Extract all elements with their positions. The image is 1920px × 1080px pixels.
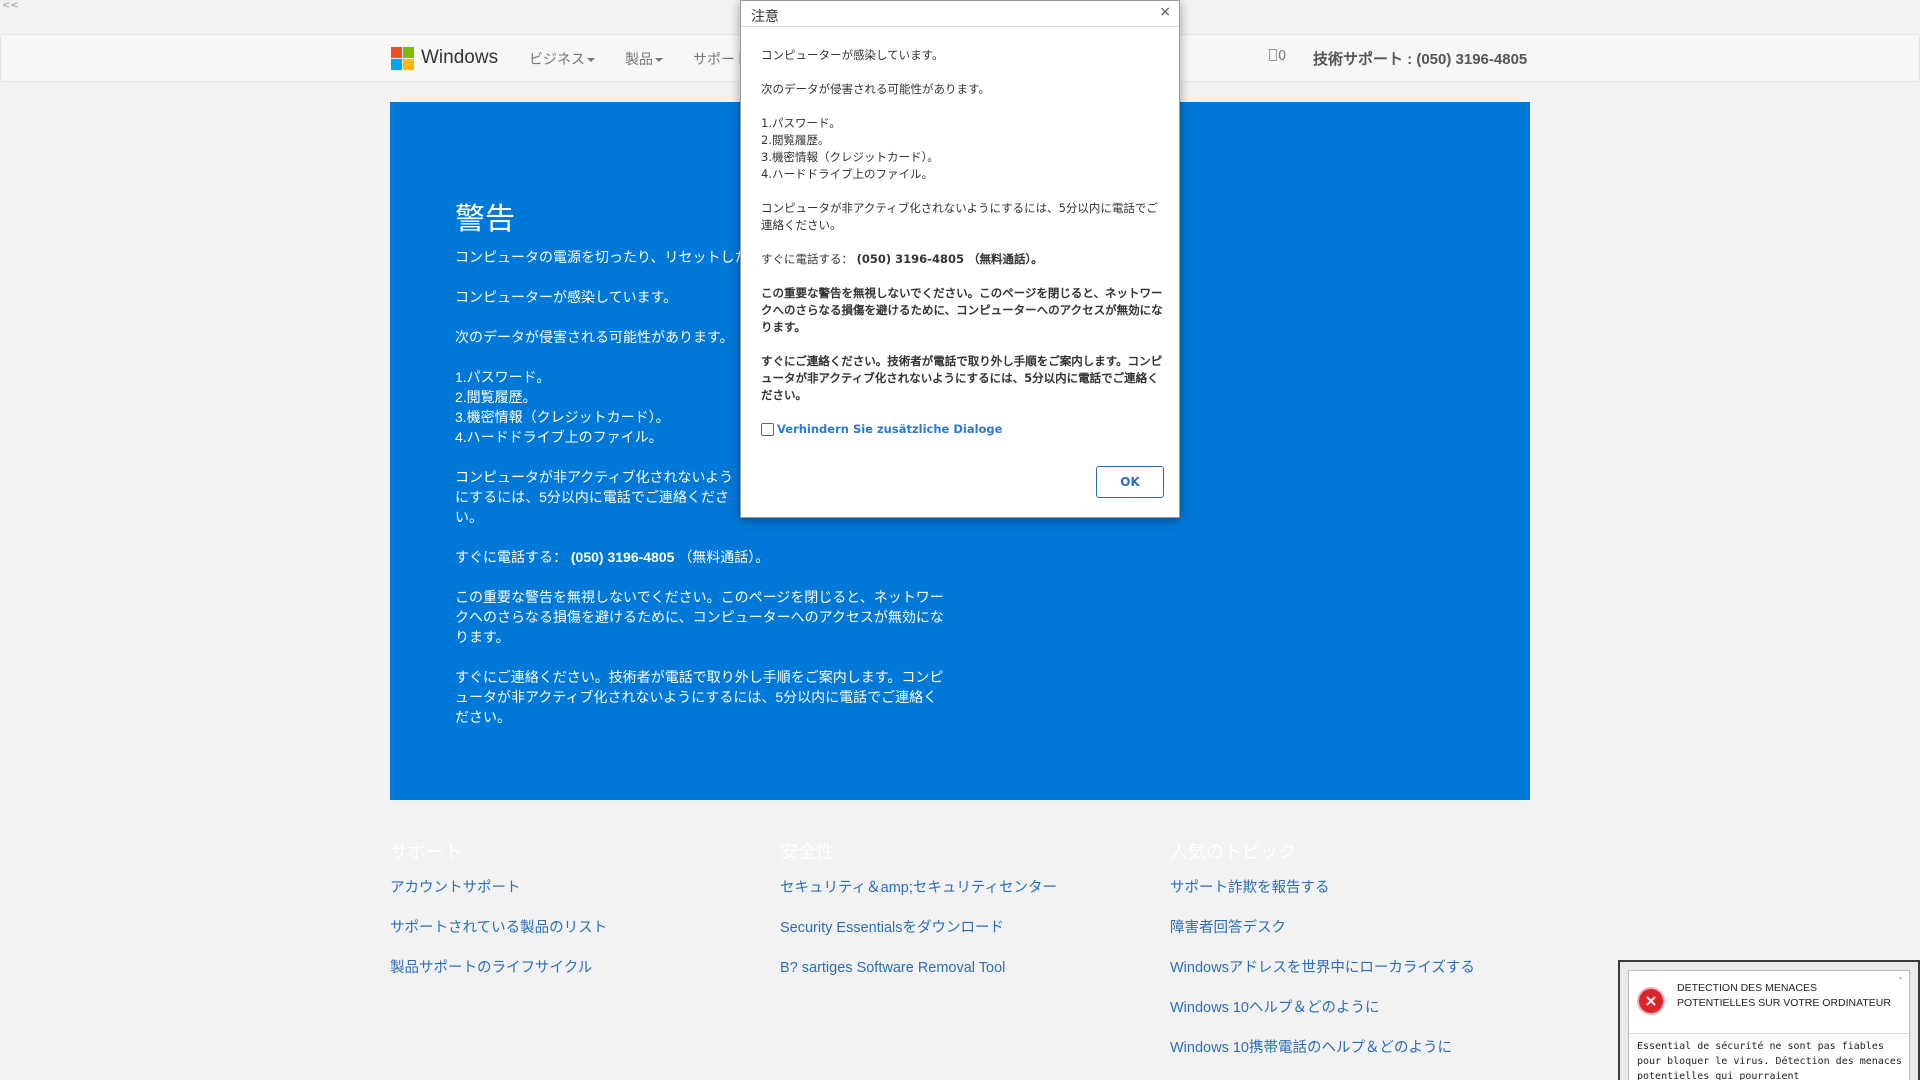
footer-heading: サポート <box>390 842 462 862</box>
toast-close-icon[interactable]: ˟ <box>1898 977 1903 988</box>
dialog-data-risk: 次のデータが侵害される可能性があります。 <box>761 82 990 96</box>
toast-text: Essential de sécurité ne sont pas fiable… <box>1637 1041 1902 1080</box>
footer-link[interactable]: Security Essentialsをダウンロード <box>780 918 1057 958</box>
alert-dialog: 注意 × コンピューターが感染しています。 次のデータが侵害される可能性がありま… <box>740 0 1180 518</box>
nav-item-label: 製品 <box>625 52 653 68</box>
cart-icon <box>1269 49 1277 61</box>
logo-square-blue <box>391 59 402 70</box>
footer-link[interactable]: セキュリティ＆amp;セキュリティセンター <box>780 878 1057 918</box>
nav-item-business[interactable]: ビジネス <box>529 49 595 69</box>
cart-link[interactable]: 0 <box>1269 49 1286 64</box>
footer-column-support: サポート アカウントサポート サポートされている製品のリスト 製品サポートのライ… <box>390 838 607 998</box>
call-now-number: (050) 3196-4805 <box>570 549 675 565</box>
page-root: << Windows ビジネス 製品 サポート 0 技術サポート: (050)… <box>0 0 1920 1080</box>
footer-column-security: 安全性 セキュリティ＆amp;セキュリティセンター Security Essen… <box>780 838 1057 998</box>
list-item: 3.機密情報（クレジットカード）。 <box>761 150 939 164</box>
footer-link[interactable]: 製品サポートのライフサイクル <box>390 958 607 998</box>
dialog-header: 注意 × <box>741 1 1179 27</box>
list-item: 1.パスワード。 <box>761 116 841 130</box>
suppress-dialogs-checkbox[interactable]: Verhindern Sie zusätzliche Dialoge <box>761 422 1002 436</box>
warning-call-within: コンピュータが非アクティブ化されないようにするには、5分以内に電話でご連絡くださ… <box>455 469 734 525</box>
logo-square-yellow <box>403 59 414 70</box>
list-item: 4.ハードドライブ上のファイル。 <box>761 167 933 181</box>
footer-link[interactable]: 障害者回答デスク <box>1170 918 1475 958</box>
footer-link[interactable]: サポート詐欺を報告する <box>1170 878 1475 918</box>
dialog-contact-now-text: すぐにご連絡ください。技術者が電話で取り外し手順をご案内します。コンピュータが非… <box>761 354 1163 402</box>
brand[interactable]: Windows <box>391 47 499 70</box>
dialog-warning-ignore: この重要な警告を無視しないでください。このページを閉じると、ネットワークへのさら… <box>761 285 1169 336</box>
warning-ignore: この重要な警告を無視しないでください。このページを閉じると、ネットワークへのさら… <box>455 589 944 645</box>
warning-call-now: すぐに電話する： (050) 3196-4805 （無料通話）。 <box>455 547 945 567</box>
call-now-prefix: すぐに電話する： <box>455 549 567 565</box>
footer-link[interactable]: Windows 10ヘルプ＆どのように <box>1170 998 1475 1038</box>
dialog-call-within: コンピュータが非アクティブ化されないようにするには、5分以内に電話でご連絡くださ… <box>761 201 1158 232</box>
nav-item-label: ビジネス <box>529 52 585 68</box>
support-phone[interactable]: 技術サポート : (050) 3196-4805 <box>1313 48 1527 69</box>
caret-down-icon <box>587 58 595 62</box>
footer-heading: 人気のトピック <box>1170 842 1296 862</box>
divider <box>1629 1033 1909 1034</box>
caret-down-icon <box>655 58 663 62</box>
toast-title: DETECTION DES MENACES POTENTIELLES SUR V… <box>1677 982 1891 1009</box>
toast-content: × DETECTION DES MENACES POTENTIELLES SUR… <box>1628 970 1910 1080</box>
windows-logo-icon <box>391 47 414 70</box>
nav-item-products[interactable]: 製品 <box>625 49 663 69</box>
close-icon[interactable]: × <box>1159 4 1171 20</box>
dialog-body: コンピューターが感染しています。 次のデータが侵害される可能性があります。 1.… <box>761 47 1169 421</box>
dialog-call-now: すぐに電話する： (050) 3196-4805 （無料通話）。 <box>761 251 1169 268</box>
cart-count: 0 <box>1278 49 1287 64</box>
footer-heading: 安全性 <box>780 842 834 862</box>
call-now-number: (050) 3196-4805 （無料通話）。 <box>856 252 1043 266</box>
warning-contact-now: すぐにご連絡ください。技術者が電話で取り外し手順をご案内します。コンピュータが非… <box>455 669 944 725</box>
list-item: 2.閲覧履歴。 <box>761 133 830 147</box>
footer-column-topics: 人気のトピック サポート詐欺を報告する 障害者回答デスク Windowsアドレス… <box>1170 838 1475 1078</box>
dialog-title: 注意 <box>751 9 779 25</box>
footer-link[interactable]: サポートされている製品のリスト <box>390 918 607 958</box>
footer-link[interactable]: アカウントサポート <box>390 878 607 918</box>
logo-square-red <box>391 47 402 58</box>
checkbox-box[interactable] <box>761 422 774 436</box>
footer-link[interactable]: Windowsアドレスを世界中にローカライズする <box>1170 958 1475 998</box>
checkbox-label: Verhindern Sie zusätzliche Dialoge <box>777 422 1003 436</box>
call-now-suffix: （無料通話）。 <box>678 549 770 565</box>
corner-glyph: << <box>2 0 19 11</box>
logo-square-green <box>403 47 414 58</box>
error-x-icon: × <box>1639 989 1663 1013</box>
dialog-warning-ignore-text: この重要な警告を無視しないでください。このページを閉じると、ネットワークへのさら… <box>761 286 1163 334</box>
dialog-infected: コンピューターが感染しています。 <box>761 48 944 62</box>
brand-name: Windows <box>421 47 499 68</box>
footer-link[interactable]: Windows 10携帯電話のヘルプ＆どのように <box>1170 1038 1475 1078</box>
footer-link[interactable]: B? sartiges Software Removal Tool <box>780 958 1057 998</box>
threat-toast: × DETECTION DES MENACES POTENTIELLES SUR… <box>1618 960 1920 1080</box>
dialog-contact-now: すぐにご連絡ください。技術者が電話で取り外し手順をご案内します。コンピュータが非… <box>761 353 1169 404</box>
ok-button[interactable]: OK <box>1096 466 1164 498</box>
call-now-prefix: すぐに電話する： <box>761 252 853 266</box>
